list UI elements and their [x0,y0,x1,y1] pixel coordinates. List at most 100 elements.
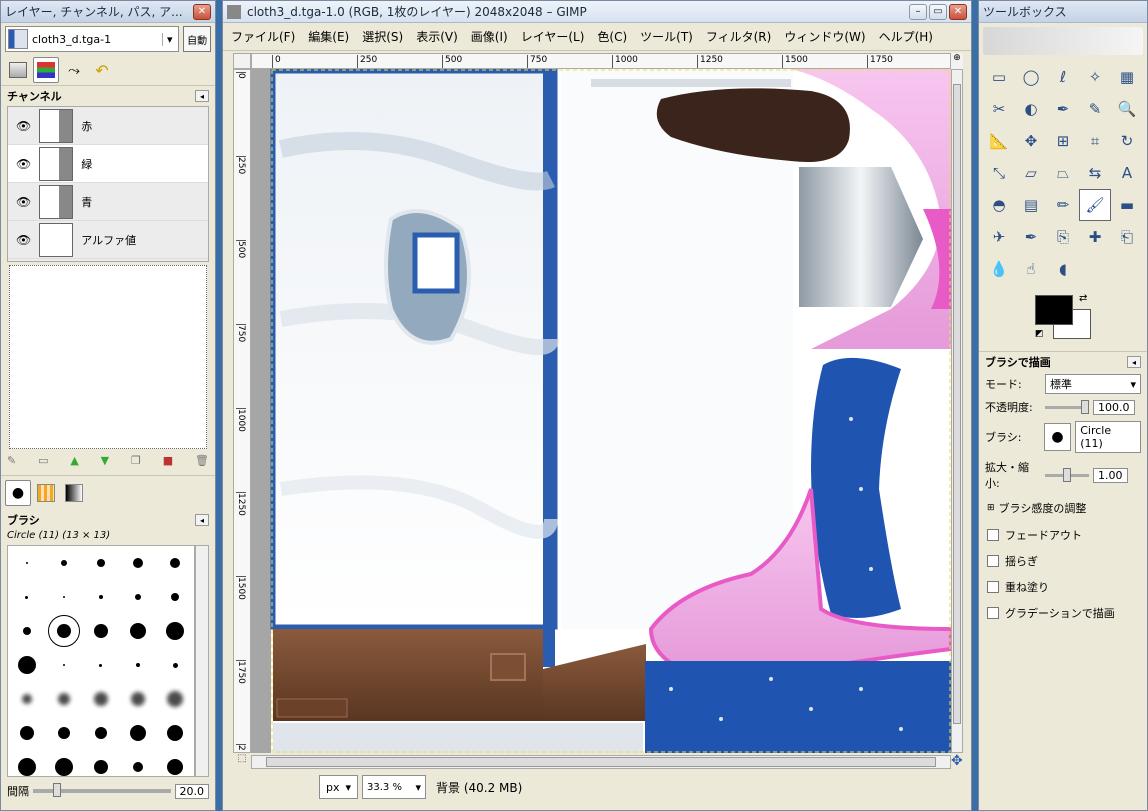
navigate-icon[interactable]: ⊕ [951,53,963,69]
tab-channels[interactable] [33,57,59,83]
rect-select-tool-icon[interactable]: ▭ [983,61,1015,93]
heal-tool-icon[interactable]: ✚ [1079,221,1111,253]
pencil-tool-icon[interactable]: ✏ [1047,189,1079,221]
brush-item[interactable] [19,726,34,740]
brush-scrollbar[interactable] [195,545,209,777]
opacity-slider[interactable] [1045,399,1089,414]
option-checkbox[interactable]: 重ね塗り [979,574,1147,600]
image-selector[interactable]: cloth3_d.tga-1 ▾ [5,26,180,52]
option-checkbox[interactable]: 揺らぎ [979,548,1147,574]
auto-button[interactable]: 自動 [183,26,211,52]
eye-icon[interactable]: 👁 [16,157,31,171]
shear-tool-icon[interactable]: ▱ [1015,157,1047,189]
brush-item[interactable] [17,656,36,674]
brush-item[interactable] [57,727,70,739]
brush-item[interactable] [62,664,65,666]
menu-item[interactable]: ウィンドウ(W) [784,28,865,45]
bucket-fill-tool-icon[interactable]: ◓ [983,189,1015,221]
dodge-burn-tool-icon[interactable]: ◖ [1047,253,1079,285]
color-select-tool-icon[interactable]: ▦ [1111,61,1143,93]
menu-item[interactable]: 画像(I) [471,28,508,45]
menu-item[interactable]: 色(C) [597,28,627,45]
opacity-value[interactable]: 100.0 [1093,399,1135,415]
foreground-select-tool-icon[interactable]: ◐ [1015,93,1047,125]
perspective-clone-tool-icon[interactable]: ⎗ [1111,221,1143,253]
swap-colors-icon[interactable]: ⇄ [1079,293,1087,304]
brush-item[interactable] [135,594,142,600]
option-checkbox[interactable]: グラデーションで描画 [979,600,1147,626]
tab-layers[interactable] [5,57,31,83]
brush-item[interactable] [47,615,80,647]
navigate-move-icon[interactable]: ✥ [951,753,963,771]
brush-item[interactable] [94,727,107,739]
tab-menu-icon[interactable]: ◂ [195,514,209,526]
tab-undo[interactable]: ↶ [89,57,115,83]
option-checkbox[interactable]: フェードアウト [979,522,1147,548]
brush-item[interactable] [62,596,65,598]
brush-item[interactable] [17,758,36,776]
brush-item[interactable] [130,623,147,639]
brush-item[interactable] [166,622,185,640]
zoom-tool-icon[interactable]: 🔍 [1111,93,1143,125]
align-tool-icon[interactable]: ⊞ [1047,125,1079,157]
menu-item[interactable]: 表示(V) [416,28,458,45]
airbrush-tool-icon[interactable]: ✈ [983,221,1015,253]
minimize-icon[interactable]: – [909,3,927,20]
crop-tool-icon[interactable]: ⌗ [1079,125,1111,157]
image-window-titlebar[interactable]: cloth3_d.tga-1.0 (RGB, 1枚のレイヤー) 2048x204… [223,1,971,23]
brush-item[interactable] [136,663,141,667]
checkbox-box[interactable] [987,555,999,567]
channel-row[interactable]: 👁 緑 [8,145,208,183]
brush-item[interactable] [133,558,144,568]
fuzzy-select-tool-icon[interactable]: ✧ [1079,61,1111,93]
to-selection-icon[interactable]: ■ [163,454,173,467]
spacing-value[interactable]: 20.0 [174,783,209,799]
brush-item[interactable] [131,692,146,706]
brush-name[interactable]: Circle (11) [1075,421,1141,453]
brush-item[interactable] [96,559,105,567]
menu-item[interactable]: レイヤー(L) [521,28,585,45]
scale-slider[interactable] [1045,467,1089,482]
menu-item[interactable]: ファイル(F) [231,28,295,45]
duplicate-icon[interactable]: ❐ [131,454,141,467]
blend-tool-icon[interactable]: ▤ [1015,189,1047,221]
tab-gradients[interactable] [61,480,87,506]
menu-item[interactable]: ツール(T) [640,28,693,45]
brush-item[interactable] [22,627,31,635]
channel-row[interactable]: 👁 赤 [8,107,208,145]
toolbox-titlebar[interactable]: ツールボックス [979,1,1147,23]
clone-tool-icon[interactable]: ⎘ [1047,221,1079,253]
channel-row[interactable]: 👁 青 [8,183,208,221]
delete-icon[interactable]: 🗑 [195,454,209,467]
menu-item[interactable]: 選択(S) [362,28,403,45]
ellipse-select-tool-icon[interactable]: ◯ [1015,61,1047,93]
brush-item[interactable] [25,595,29,599]
ruler-vertical[interactable]: 0 250 500 750 1000 1250 1500 1750 2 [233,69,251,753]
smudge-tool-icon[interactable]: ☝ [1015,253,1047,285]
close-icon[interactable]: ✕ [193,3,211,20]
eraser-tool-icon[interactable]: ▬ [1111,189,1143,221]
text-tool-icon[interactable]: A [1111,157,1143,189]
slider-thumb[interactable] [53,783,61,797]
perspective-tool-icon[interactable]: ⏢ [1047,157,1079,189]
brush-item[interactable] [99,663,103,667]
canvas-area[interactable] [251,69,951,753]
tab-patterns[interactable] [33,480,59,506]
brush-item[interactable] [93,692,108,706]
ruler-corner[interactable] [233,53,251,69]
scale-tool-icon[interactable]: ⤡ [983,157,1015,189]
move-tool-icon[interactable]: ✥ [1015,125,1047,157]
scroll-thumb[interactable] [953,84,961,724]
brush-item[interactable] [25,562,28,564]
flip-tool-icon[interactable]: ⇆ [1079,157,1111,189]
mode-select[interactable]: 標準 ▾ [1045,374,1141,394]
maximize-icon[interactable]: ▭ [929,3,947,20]
ink-tool-icon[interactable]: ✒ [1015,221,1047,253]
edit-channel-icon[interactable]: ✎ [7,454,16,467]
quickmask-icon[interactable]: ⬚ [233,753,251,773]
paintbrush-tool-icon[interactable]: 🖌 [1079,189,1111,221]
unit-selector[interactable]: px ▾ [319,775,359,799]
brush-item[interactable] [93,624,108,638]
color-picker-tool-icon[interactable]: ✎ [1079,93,1111,125]
menu-item[interactable]: ヘルプ(H) [879,28,933,45]
